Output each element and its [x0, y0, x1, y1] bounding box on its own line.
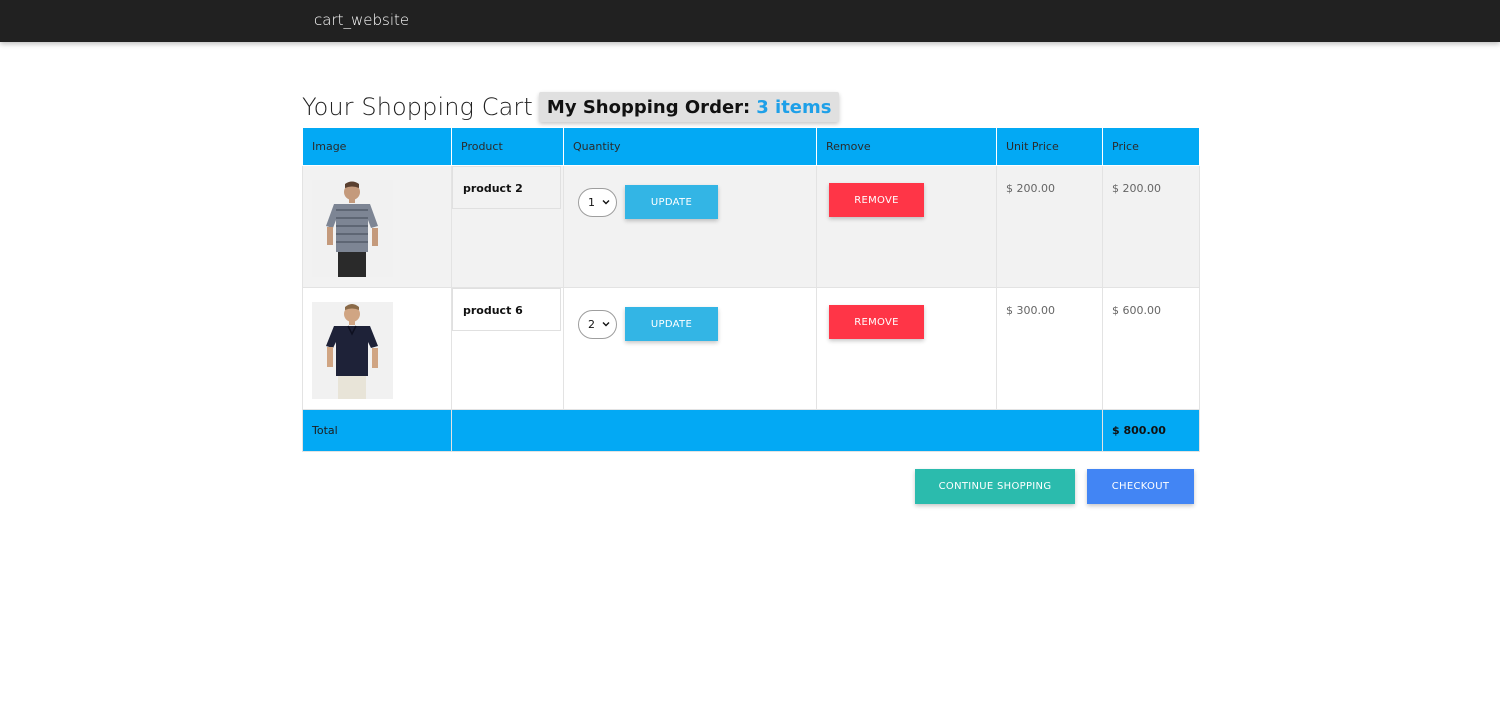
product-image [312, 302, 393, 399]
page-title: Your Shopping Cart [302, 93, 533, 121]
remove-cell: REMOVE [816, 165, 997, 288]
total-row: Total $ 800.00 [302, 409, 1200, 452]
product-image [312, 180, 393, 277]
table-header-row: Image Product Quantity Remove Unit Price… [302, 127, 1200, 166]
total-spacer [451, 409, 1103, 452]
quantity-select[interactable]: 1 [578, 187, 617, 217]
price-cell: $ 200.00 [1102, 165, 1200, 288]
unit-price-cell: $ 300.00 [996, 287, 1103, 410]
remove-cell: REMOVE [816, 287, 997, 410]
product-name[interactable]: product 2 [452, 166, 561, 209]
order-count: 3 items [756, 96, 832, 118]
page-heading: Your Shopping Cart My Shopping Order: 3 … [302, 90, 840, 124]
continue-shopping-button[interactable]: CONTINUE SHOPPING [915, 469, 1075, 504]
quantity-value: 2 [588, 317, 595, 331]
table-row: product 6 2 UPDATE REMOVE $ 300.00 $ 600… [302, 287, 1200, 410]
order-label: My Shopping Order: [546, 96, 751, 118]
unit-price: $ 300.00 [1006, 304, 1055, 317]
column-header-price: Price [1102, 127, 1200, 166]
total-value: $ 800.00 [1102, 409, 1200, 452]
quantity-select[interactable]: 2 [578, 309, 617, 339]
column-header-quantity: Quantity [563, 127, 817, 166]
image-cell [302, 287, 452, 410]
update-button[interactable]: UPDATE [625, 185, 718, 219]
chevron-down-icon [602, 321, 610, 326]
update-button[interactable]: UPDATE [625, 307, 718, 341]
remove-button[interactable]: REMOVE [829, 183, 924, 217]
quantity-cell: 2 UPDATE [563, 287, 817, 410]
navbar: cart_website [0, 0, 1500, 42]
quantity-cell: 1 UPDATE [563, 165, 817, 288]
remove-button[interactable]: REMOVE [829, 305, 924, 339]
line-price: $ 200.00 [1112, 182, 1161, 195]
chevron-down-icon [602, 199, 610, 204]
order-badge: My Shopping Order: 3 items [538, 92, 840, 122]
unit-price-cell: $ 200.00 [996, 165, 1103, 288]
shirt-person-image [312, 302, 393, 399]
cart-actions: CONTINUE SHOPPING CHECKOUT [915, 469, 1194, 504]
image-cell [302, 165, 452, 288]
line-price: $ 600.00 [1112, 304, 1161, 317]
column-header-image: Image [302, 127, 452, 166]
checkout-button[interactable]: CHECKOUT [1087, 469, 1194, 504]
total-label: Total [302, 409, 452, 452]
column-header-product: Product [451, 127, 564, 166]
quantity-value: 1 [588, 195, 595, 209]
brand-link[interactable]: cart_website [314, 11, 409, 29]
shirt-person-image [312, 180, 393, 277]
unit-price: $ 200.00 [1006, 182, 1055, 195]
table-row: product 2 1 UPDATE REMOVE $ 200.00 $ 200… [302, 165, 1200, 288]
product-name[interactable]: product 6 [452, 288, 561, 331]
product-cell: product 6 [451, 287, 564, 410]
column-header-remove: Remove [816, 127, 997, 166]
price-cell: $ 600.00 [1102, 287, 1200, 410]
cart-table: Image Product Quantity Remove Unit Price… [302, 127, 1200, 452]
product-cell: product 2 [451, 165, 564, 288]
column-header-unit-price: Unit Price [996, 127, 1103, 166]
